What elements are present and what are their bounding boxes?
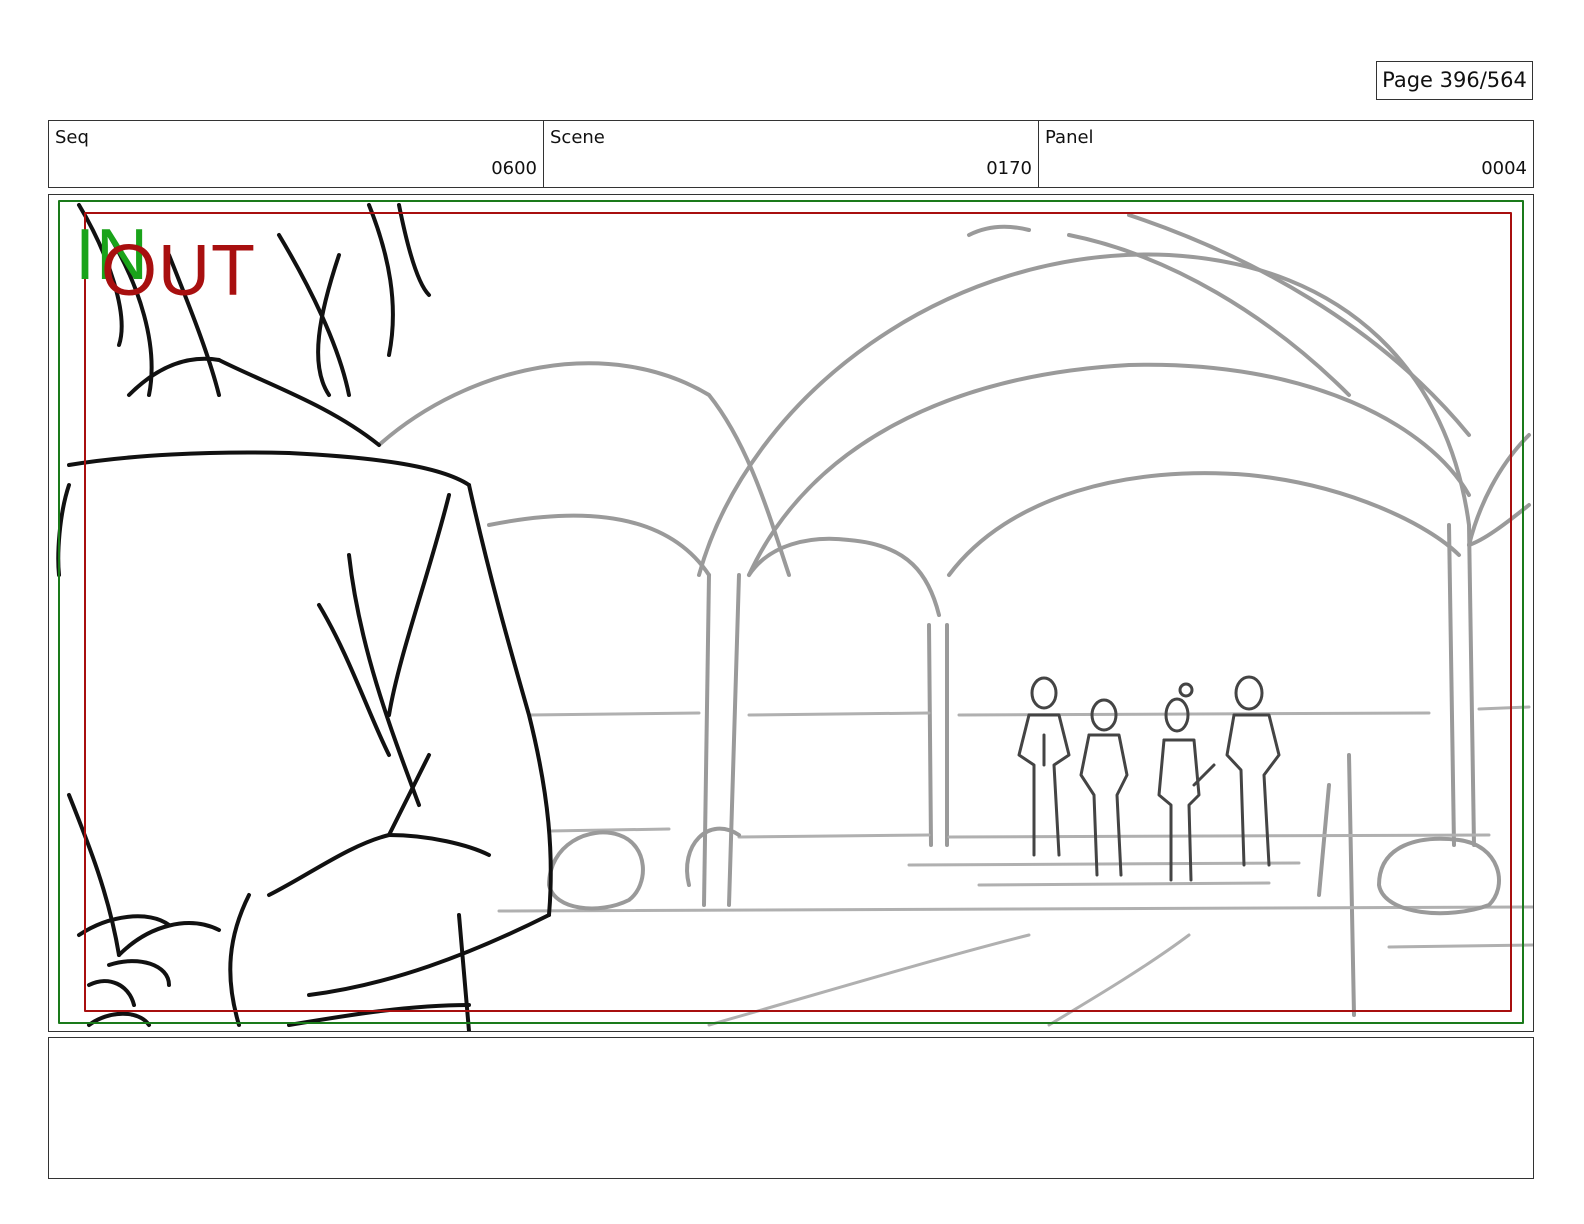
rails-and-floor xyxy=(497,705,1533,1027)
storyboard-sketch xyxy=(56,200,1533,1031)
page-number: Page 396/564 xyxy=(1376,61,1533,100)
pillars xyxy=(702,523,1476,1017)
panel-label: Panel xyxy=(1045,127,1094,148)
scene-label: Scene xyxy=(550,127,605,148)
seq-cell: Seq 0600 xyxy=(49,121,544,187)
scene-value: 0170 xyxy=(986,158,1032,179)
colonnade-background xyxy=(377,213,1531,617)
out-frame-label: OUT xyxy=(101,231,256,311)
scene-cell: Scene 0170 xyxy=(544,121,1039,187)
foreground-character xyxy=(56,203,553,1031)
in-frame xyxy=(58,200,1524,1024)
planters xyxy=(547,826,1501,916)
panel-notes xyxy=(48,1037,1534,1179)
storyboard-panel: IN OUT xyxy=(48,194,1534,1032)
panel-info-header: Seq 0600 Scene 0170 Panel 0004 xyxy=(48,120,1534,188)
seq-label: Seq xyxy=(55,127,89,148)
figure-1 xyxy=(1017,676,1071,857)
seq-value: 0600 xyxy=(491,158,537,179)
panel-cell: Panel 0004 xyxy=(1039,121,1533,187)
standing-figures xyxy=(1017,675,1281,882)
figure-2 xyxy=(1079,698,1129,877)
out-frame xyxy=(84,212,1512,1012)
panel-value: 0004 xyxy=(1481,158,1527,179)
